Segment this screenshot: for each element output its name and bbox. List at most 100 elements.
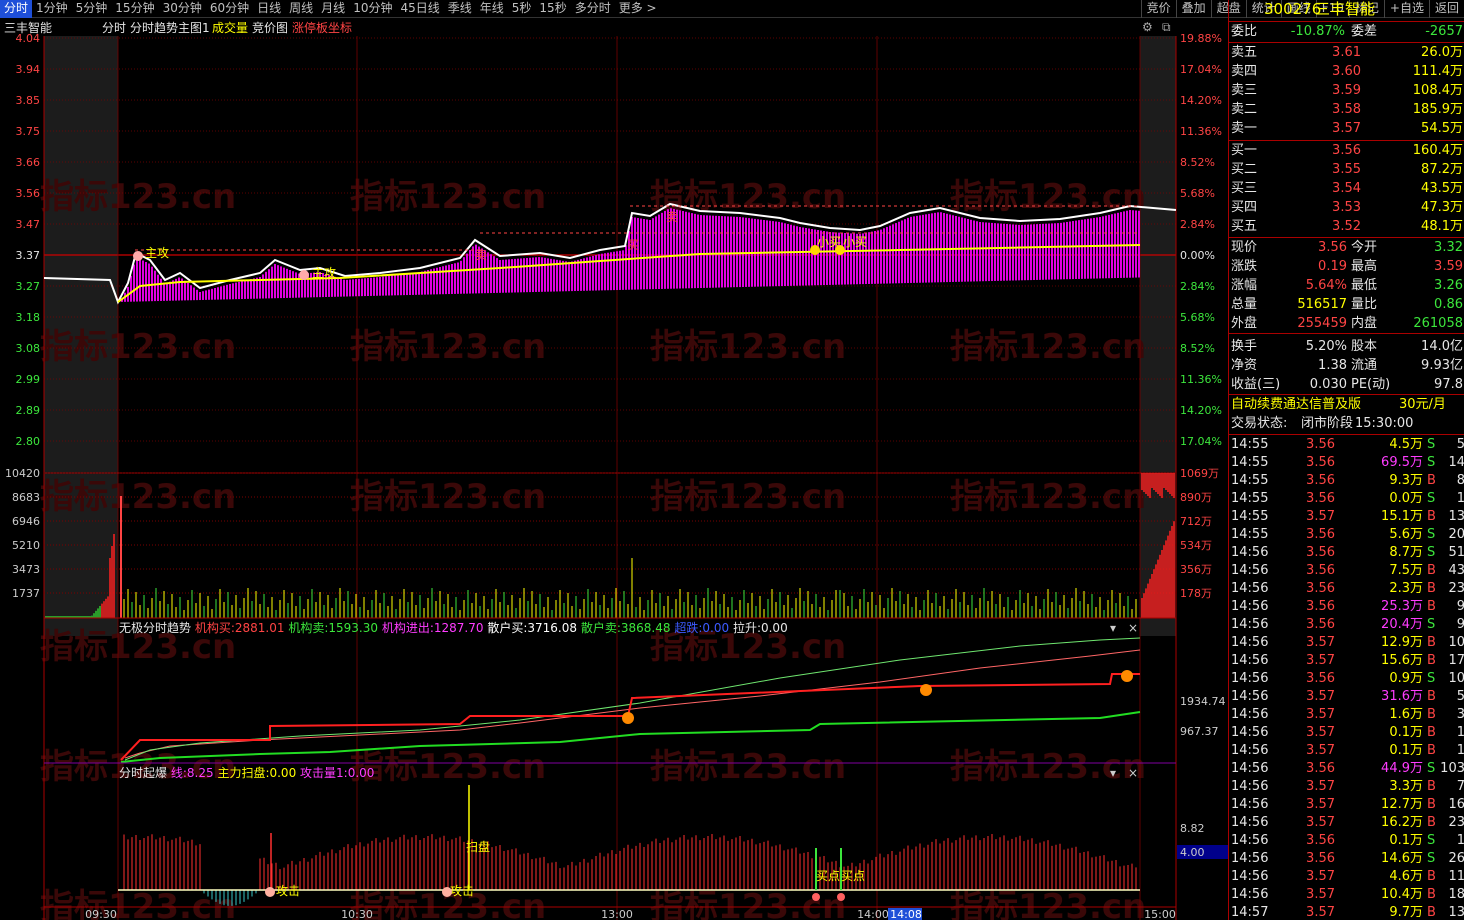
trade-side: B <box>1427 887 1436 902</box>
period-tab[interactable]: 多分时 <box>571 0 615 18</box>
trade-count: 7 <box>1456 779 1464 794</box>
period-tab[interactable]: 45日线 <box>396 0 443 18</box>
bid-row: 买一 3.56 160.4万 <box>1229 142 1464 160</box>
trade-row: 14:56 3.56 0.9万 S 10 <box>1229 670 1464 688</box>
ind2-close-icon[interactable]: × <box>1128 766 1138 780</box>
intraday-chart[interactable]: 指标123.cn 指标123.cn 指标123.cn 指标123.cn 指标123.cn… <box>0 18 1228 920</box>
watermark-text: 指标123.cn <box>650 747 846 787</box>
trade-price: 3.56 <box>1306 491 1335 506</box>
trade-volume: 12.7万 <box>1381 797 1423 812</box>
stat-value: 14.0亿 <box>1421 339 1463 354</box>
pct-tick: 5.68% <box>1180 187 1215 200</box>
trade-price: 3.57 <box>1306 869 1335 884</box>
trade-count: 9 <box>1456 617 1464 632</box>
period-tab[interactable]: 分时 <box>0 0 33 18</box>
buy-point-icon <box>837 893 845 901</box>
time-label: 09:30 <box>85 908 117 920</box>
stat-value: 0.030 <box>1309 377 1347 392</box>
bid-level: 买二 <box>1231 162 1258 177</box>
stock-name-label: 三丰智能 <box>4 21 53 35</box>
period-tab[interactable]: 15分钟 <box>111 0 158 18</box>
period-tab[interactable]: 周线 <box>285 0 317 18</box>
stat-value: 3.59 <box>1434 259 1463 274</box>
ask-level: 卖二 <box>1231 102 1258 117</box>
ask-volume: 54.5万 <box>1421 121 1463 136</box>
trade-side: S <box>1427 761 1436 776</box>
trade-time: 14:56 <box>1231 545 1269 560</box>
divider <box>1229 333 1464 334</box>
trade-volume: 0.1万 <box>1389 743 1423 758</box>
period-tab[interactable]: 月线 <box>317 0 349 18</box>
trade-row: 14:56 3.56 0.1万 S 1 <box>1229 832 1464 850</box>
ind2-dropdown-icon[interactable]: ▾ <box>1110 766 1116 780</box>
trade-price: 3.57 <box>1306 743 1335 758</box>
stat-label: 最高 <box>1351 259 1378 274</box>
ind1-v6: 0.00 <box>702 621 730 635</box>
rise-marker <box>1121 670 1133 682</box>
trade-count: 23 <box>1448 815 1464 830</box>
trade-price: 3.57 <box>1306 509 1335 524</box>
period-tab[interactable]: 10分钟 <box>349 0 396 18</box>
bid-volume: 48.1万 <box>1421 219 1463 234</box>
ind1-dropdown-icon[interactable]: ▾ <box>1110 621 1116 635</box>
stat-row: 涨跌 0.19 最高 3.59 <box>1229 258 1464 276</box>
trade-price: 3.56 <box>1306 563 1335 578</box>
ask-volume: 108.4万 <box>1412 83 1463 98</box>
trade-side: B <box>1427 689 1436 704</box>
promo-price: 30元/月 <box>1399 397 1446 412</box>
bid-row: 买二 3.55 87.2万 <box>1229 161 1464 179</box>
divider <box>1229 140 1464 141</box>
ind1-l4: 散户买: <box>487 621 528 635</box>
chart-canvas[interactable]: 指标123.cn 指标123.cn 指标123.cn 指标123.cn 指标123.cn… <box>0 18 1228 920</box>
status-label: 交易状态: <box>1231 416 1288 431</box>
volume-indicator-label[interactable]: 成交量 <box>212 21 248 35</box>
period-tab[interactable]: 日线 <box>253 0 285 18</box>
main-indicator-title[interactable]: 分时趋势主图1 <box>130 21 210 35</box>
price-label: 卖 <box>475 248 487 262</box>
trade-time: 14:56 <box>1231 725 1269 740</box>
watermark-text: 指标123.cn <box>950 327 1146 367</box>
bid-level: 买三 <box>1231 181 1258 196</box>
period-tab[interactable]: 年线 <box>476 0 508 18</box>
settings-icon[interactable]: ⚙ <box>1142 20 1153 34</box>
trade-volume: 0.1万 <box>1389 725 1423 740</box>
trade-volume: 5.6万 <box>1389 527 1423 542</box>
vol-tick-left: 3473 <box>12 563 40 576</box>
trade-time: 14:56 <box>1231 707 1269 722</box>
period-tab[interactable]: 60分钟 <box>206 0 253 18</box>
trade-row: 14:56 3.56 14.6万 S 26 <box>1229 850 1464 868</box>
period-tab[interactable]: 更多 > <box>615 0 661 18</box>
trade-side: B <box>1427 743 1436 758</box>
period-tabs: 分时 1分钟 5分钟 15分钟 30分钟 60分钟 日线 周线 月线 10分钟 45日线 季线 年线 5秒… <box>0 0 661 18</box>
limit-coord-label[interactable]: 涨停板坐标 <box>292 21 352 35</box>
trade-price: 3.56 <box>1306 455 1335 470</box>
vol-tick-right: 356万 <box>1180 563 1212 576</box>
period-tab[interactable]: 5分钟 <box>72 0 112 18</box>
trade-time: 14:55 <box>1231 527 1269 542</box>
period-tab[interactable]: 30分钟 <box>159 0 206 18</box>
function-tab[interactable]: 竞价 <box>1140 0 1176 18</box>
trade-row: 14:56 3.57 12.7万 B 16 <box>1229 796 1464 814</box>
stat-label: 量比 <box>1351 297 1378 312</box>
promo-text: 自动续费通达信普及版 <box>1231 397 1362 412</box>
trade-volume: 25.3万 <box>1381 599 1423 614</box>
ind1-close-icon[interactable]: × <box>1128 621 1138 635</box>
trade-price: 3.57 <box>1306 707 1335 722</box>
trade-volume: 14.6万 <box>1381 851 1423 866</box>
ind1-tick: 967.37 <box>1180 725 1219 738</box>
auction-chart-label[interactable]: 竞价图 <box>252 21 288 35</box>
trade-count: 10 <box>1448 635 1464 650</box>
period-tab[interactable]: 15秒 <box>535 0 570 18</box>
period-tab[interactable]: 1分钟 <box>32 0 72 18</box>
ind2-tick: 8.82 <box>1180 822 1205 835</box>
period-tab[interactable]: 季线 <box>444 0 476 18</box>
price-tick: 3.37 <box>16 249 41 262</box>
period-tab[interactable]: 5秒 <box>508 0 536 18</box>
function-tab[interactable]: 叠加 <box>1175 0 1211 18</box>
ind2-v1: 8.25 <box>186 766 214 780</box>
price-tick: 2.99 <box>16 373 41 386</box>
trade-time: 14:56 <box>1231 779 1269 794</box>
vol-tick-left: 8683 <box>12 491 40 504</box>
layout-icon[interactable]: ⧉ <box>1162 20 1171 34</box>
bid-volume: 43.5万 <box>1421 181 1463 196</box>
